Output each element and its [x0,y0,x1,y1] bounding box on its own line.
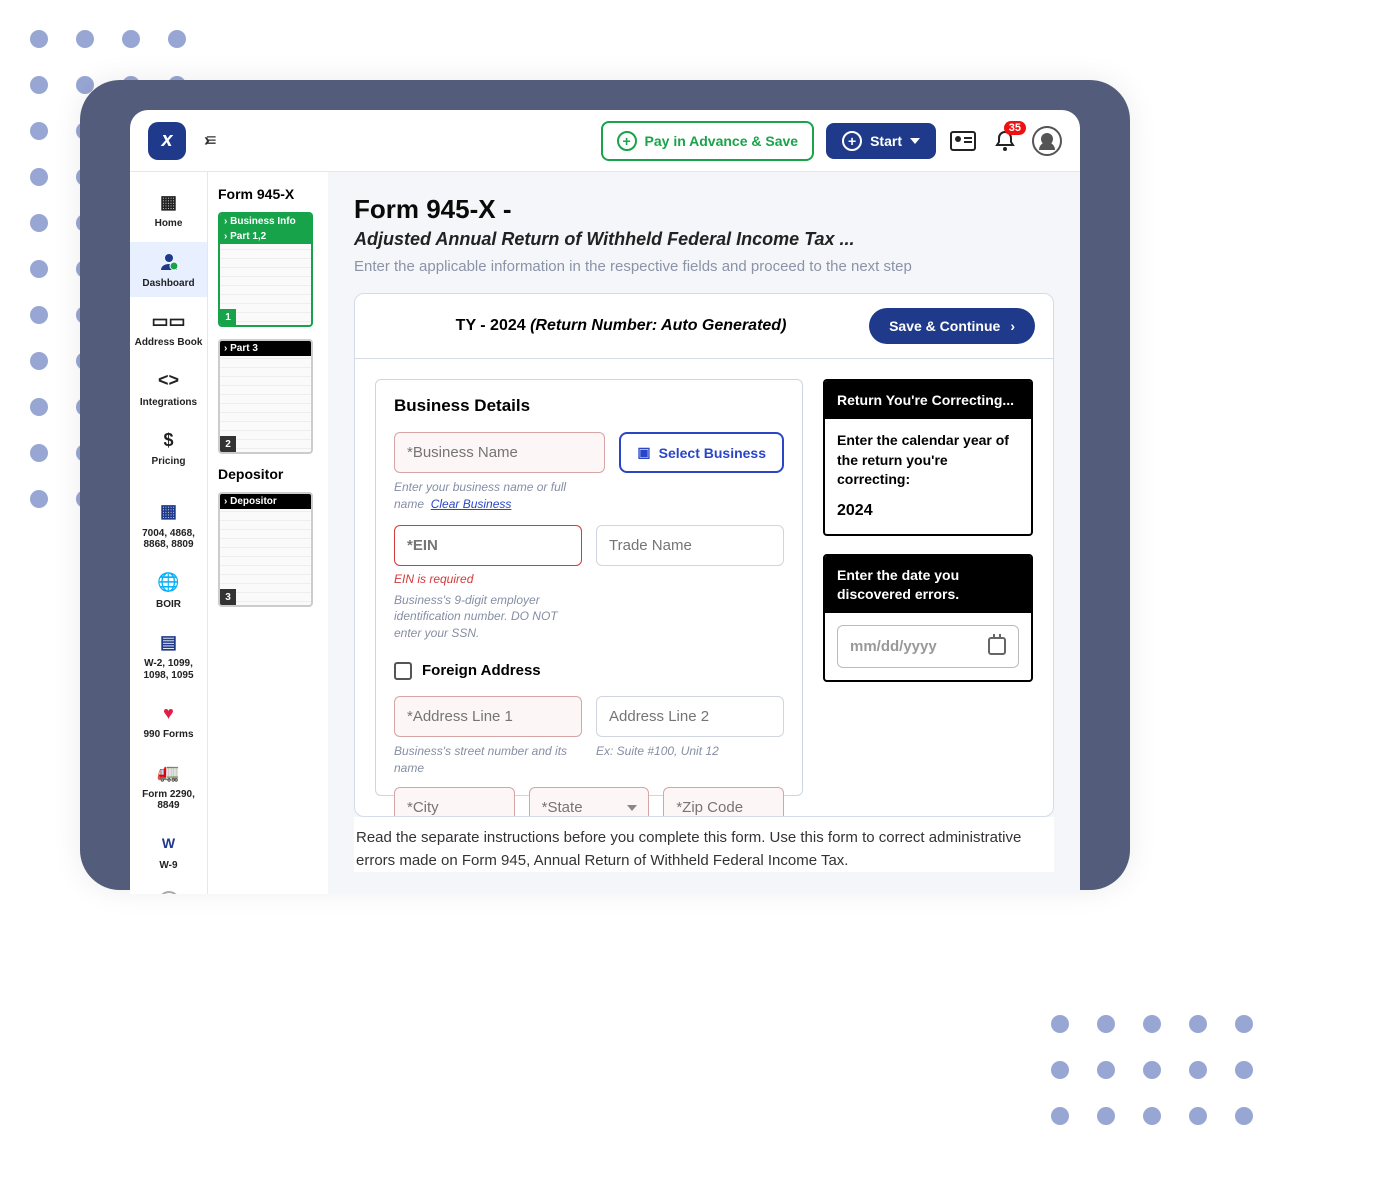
sidebar-item-home[interactable]: ▦Home [130,182,207,238]
info-box-body: Enter the calendar year of the return yo… [825,419,1031,534]
discovered-date-box: Enter the date you discovered errors. mm… [823,554,1033,681]
search-icon: ▣ [637,444,650,461]
calendar-icon [988,637,1006,655]
chevron-right-icon: › [1010,318,1015,334]
nav-thumb-depositor[interactable]: › Depositor 3 [218,492,313,607]
ein-helper: Business's 9-digit employer identificati… [394,592,582,642]
w9-icon: W [132,832,205,856]
business-name-input[interactable] [394,432,605,473]
select-business-button[interactable]: ▣ Select Business [619,432,784,473]
date-placeholder: mm/dd/yyyy [850,636,937,657]
sidebar-item-2290[interactable]: 🚛Form 2290, 8849 [130,753,207,820]
main-content: Form 945-X - Adjusted Annual Return of W… [328,172,1080,894]
decorative-dots [1051,1015,1253,1125]
nav-title: Form 945-X [218,186,318,202]
contact-card-icon[interactable] [948,129,978,153]
app-header: x ›≡ + Pay in Advance & Save + Start 35 [130,110,1080,172]
discovered-date-input[interactable]: mm/dd/yyyy [837,625,1019,668]
address-line1-input[interactable] [394,696,582,737]
business-details-section: Business Details Enter your business nam… [375,379,803,796]
nav-group-title: Depositor [218,466,318,482]
start-label: Start [870,133,902,149]
form-hint: Enter the applicable information in the … [354,258,1054,275]
sidebar-item-address-book[interactable]: ▭▭Address Book [130,301,207,357]
device-frame: x ›≡ + Pay in Advance & Save + Start 35 [80,80,1130,890]
plus-icon: + [617,131,637,151]
ein-error: EIN is required [394,572,582,586]
thumb-number: 2 [220,436,236,452]
ein-input[interactable] [394,525,582,566]
sidebar-item-help[interactable]: ? [130,883,207,894]
card-header: TY - 2024 (Return Number: Auto Generated… [355,294,1053,359]
book-icon: ▭▭ [132,309,205,333]
notification-badge: 35 [1004,121,1026,135]
pay-in-advance-label: Pay in Advance & Save [645,133,799,149]
addr1-helper: Business's street number and its name [394,743,582,777]
address-line2-input[interactable] [596,696,784,737]
form-subtitle: Adjusted Annual Return of Withheld Feder… [354,229,1054,250]
notifications-icon[interactable]: 35 [990,129,1020,153]
sidebar-item-boir[interactable]: 🌐BOIR [130,563,207,619]
zip-input[interactable] [663,787,784,816]
foreign-address-label: Foreign Address [422,662,541,679]
instructions-text: Read the separate instructions before yo… [354,817,1054,872]
logo[interactable]: x [148,122,186,160]
thumb-number: 1 [220,309,236,325]
sidebar-item-dashboard[interactable]: Dashboard [130,242,207,298]
correcting-year: 2024 [837,500,1019,522]
info-box-header: Enter the date you discovered errors. [825,556,1031,612]
tax-year-label: TY - 2024 (Return Number: Auto Generated… [456,317,787,335]
plus-icon: + [842,131,862,151]
sidebar-item-integrations[interactable]: <>Integrations [130,361,207,417]
menu-toggle-icon[interactable]: ›≡ [204,130,213,151]
return-correcting-box: Return You're Correcting... Enter the ca… [823,379,1033,536]
form-title: Form 945-X - [354,194,1054,225]
section-title: Business Details [394,396,784,416]
user-avatar[interactable] [1032,126,1062,156]
form-nav-panel: Form 945-X › Business Info › Part 1,2 1 … [208,172,328,894]
trade-name-input[interactable] [596,525,784,566]
sidebar-item-wage-forms[interactable]: ▤W-2, 1099, 1098, 1095 [130,622,207,689]
dashboard-icon [132,250,205,274]
sidebar-item-pricing[interactable]: $Pricing [130,420,207,476]
sidebar: ▦Home Dashboard ▭▭Address Book <>Integra… [130,172,208,894]
clear-business-link[interactable]: Clear Business [431,497,512,511]
truck-icon: 🚛 [132,761,205,785]
sidebar-item-990[interactable]: ♥990 Forms [130,693,207,749]
state-select[interactable] [529,787,650,816]
form-card: TY - 2024 (Return Number: Auto Generated… [354,293,1054,817]
start-button[interactable]: + Start [826,123,936,159]
app-window: x ›≡ + Pay in Advance & Save + Start 35 [130,110,1080,894]
heart-icon: ♥ [132,701,205,725]
info-box-header: Return You're Correcting... [825,381,1031,419]
sidebar-item-extensions[interactable]: ▦7004, 4868, 8868, 8809 [130,492,207,559]
right-column: Return You're Correcting... Enter the ca… [823,379,1033,796]
business-name-helper: Enter your business name or full name Cl… [394,479,605,513]
chevron-down-icon [910,138,920,144]
globe-icon: 🌐 [132,571,205,595]
nav-thumb-part3[interactable]: › Part 3 2 [218,339,313,454]
pricing-icon: $ [132,428,205,452]
sidebar-item-w9[interactable]: WW-9 [130,824,207,880]
form-icon: ▤ [132,630,205,654]
calendar-icon: ▦ [132,500,205,524]
foreign-address-checkbox[interactable] [394,662,412,680]
city-input[interactable] [394,787,515,816]
pay-in-advance-button[interactable]: + Pay in Advance & Save [601,121,815,161]
addr2-helper: Ex: Suite #100, Unit 12 [596,743,784,760]
nav-thumb-part12[interactable]: › Business Info › Part 1,2 1 [218,212,313,327]
help-icon: ? [158,891,180,894]
thumb-number: 3 [220,589,236,605]
code-icon: <> [132,369,205,393]
home-icon: ▦ [132,190,205,214]
save-continue-button[interactable]: Save & Continue › [869,308,1035,344]
